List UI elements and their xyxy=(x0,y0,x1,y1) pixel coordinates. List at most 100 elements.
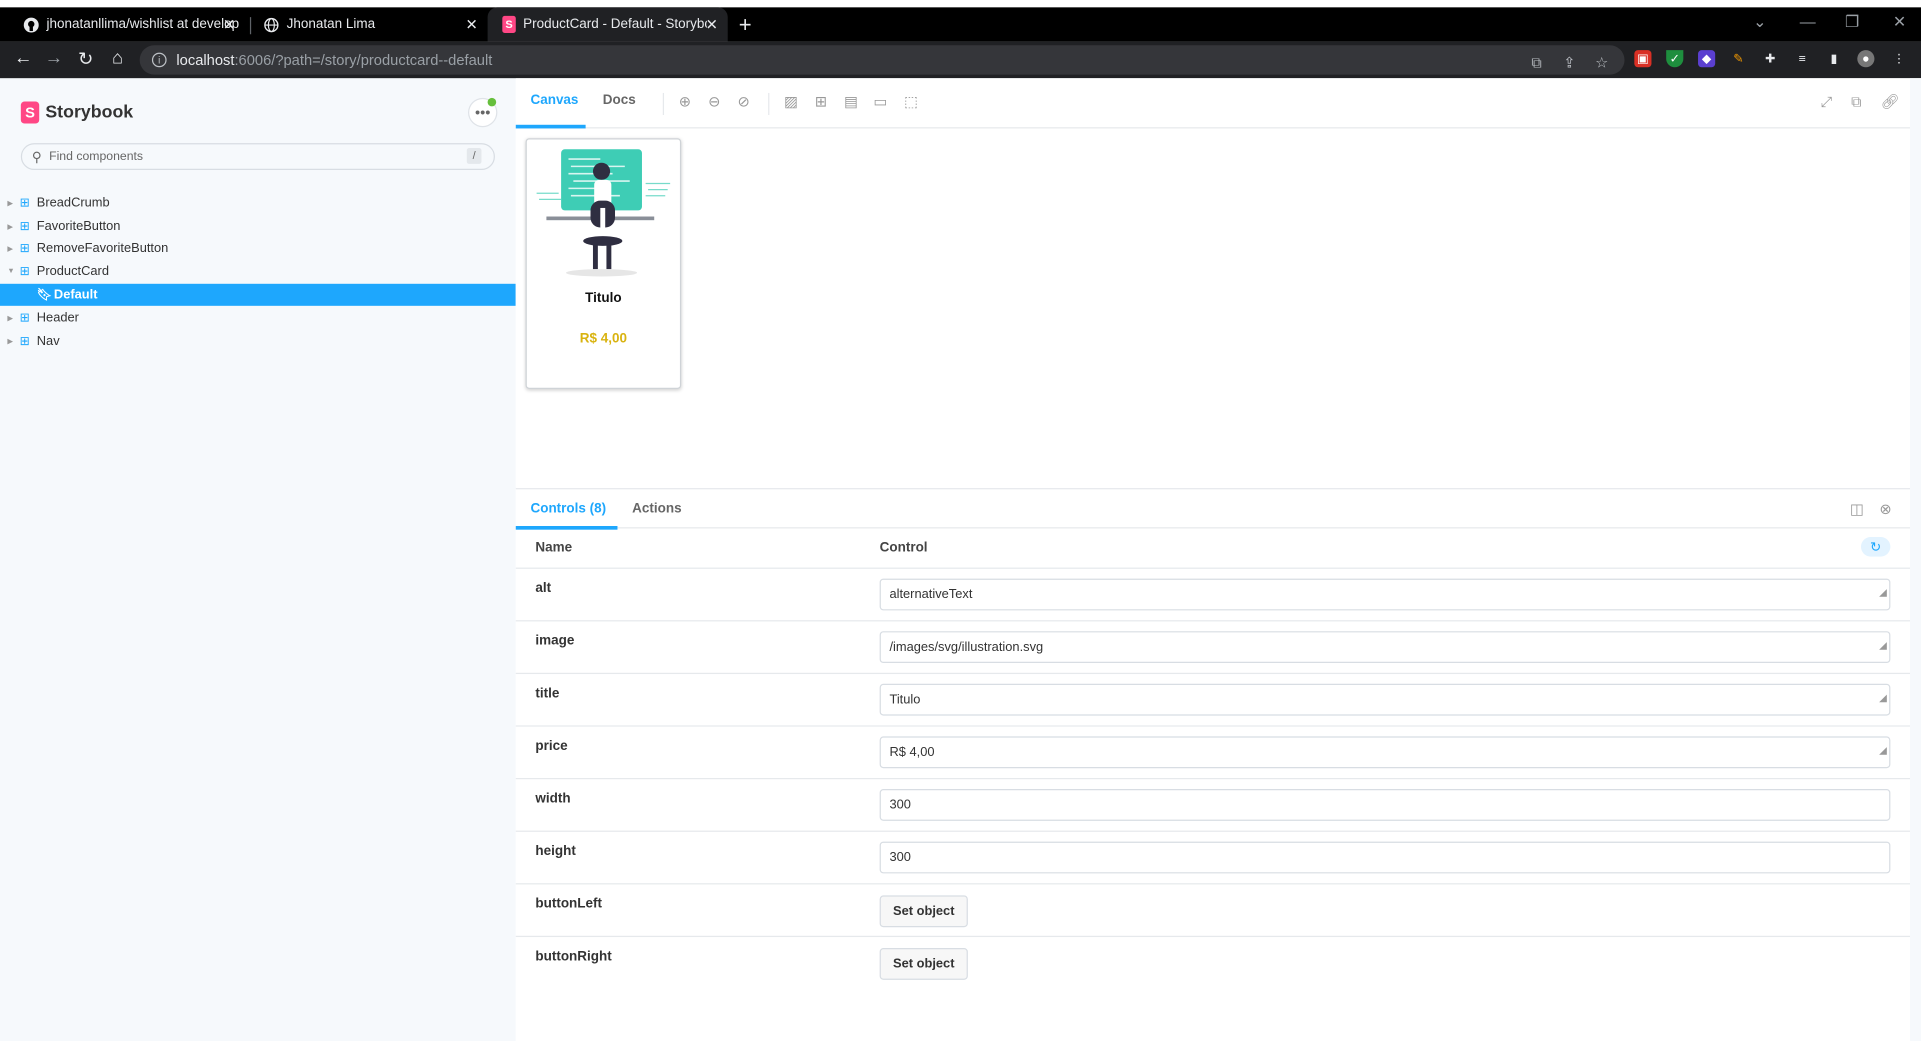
resize-handle-icon[interactable]: ◢ xyxy=(1879,631,1887,660)
sidebar-item-breadcrumb[interactable]: ▶ ⊞ BreadCrumb xyxy=(0,192,516,214)
caret-right-icon: ▶ xyxy=(7,314,14,323)
field-value: 300 xyxy=(889,797,911,813)
caret-right-icon: ▶ xyxy=(7,200,14,208)
reading-list-icon[interactable]: ≡ xyxy=(1794,50,1811,67)
tab-controls[interactable]: Controls (8) xyxy=(530,502,606,517)
browser-tab-strip: jhonatanllima/wishlist at develop ✕ Jhon… xyxy=(0,0,1921,42)
search-icon: ⚲ xyxy=(31,149,42,165)
forward-arrow-icon[interactable]: → xyxy=(42,48,67,69)
viewport-icon[interactable]: ▤ xyxy=(844,93,858,110)
prop-name: height xyxy=(535,844,576,859)
reload-icon[interactable]: ↻ xyxy=(74,48,99,70)
fullscreen-icon[interactable]: ⤢ xyxy=(1821,93,1833,111)
minimize-icon[interactable]: — xyxy=(1800,12,1816,30)
sidebar-item-productcard[interactable]: ▼ ⊞ ProductCard xyxy=(0,261,516,283)
restore-icon[interactable]: ❐ xyxy=(1845,12,1859,32)
share-icon[interactable]: ⇪ xyxy=(1563,54,1575,71)
title-field[interactable]: Titulo ◢ xyxy=(879,683,1891,716)
open-external-icon[interactable]: ⧉ xyxy=(1531,54,1542,72)
resize-handle-icon[interactable]: ◢ xyxy=(1879,684,1887,713)
sidebar-item-label: Default xyxy=(53,287,98,303)
close-icon[interactable]: ✕ xyxy=(223,16,235,33)
prop-name: buttonLeft xyxy=(535,896,602,912)
browser-tab-jhonatan[interactable]: Jhonatan Lima ✕ xyxy=(247,7,487,41)
tab-title: ProductCard - Default - Storybook xyxy=(523,17,707,32)
close-panel-icon[interactable]: ⊗ xyxy=(1879,500,1891,517)
control-row-buttonleft: buttonLeft Set object xyxy=(515,884,1921,938)
storybook-brand[interactable]: S Storybook xyxy=(20,101,134,124)
sidebar-item-header[interactable]: ▶ ⊞ Header xyxy=(0,307,516,329)
github-icon xyxy=(22,16,39,33)
browser-tab-storybook[interactable]: S ProductCard - Default - Storybook ✕ xyxy=(487,7,728,42)
height-field[interactable]: 300 xyxy=(879,841,1891,874)
tab-search-icon[interactable]: ⌄ xyxy=(1753,12,1766,32)
resize-handle-icon[interactable]: ◢ xyxy=(1879,579,1887,608)
url-path: :6006/?path=/story/productcard--default xyxy=(234,51,493,69)
close-icon[interactable]: ✕ xyxy=(706,16,718,33)
zoom-reset-icon[interactable]: ⊘ xyxy=(738,93,750,110)
pen-icon[interactable]: ✎ xyxy=(1730,50,1747,67)
tab-actions[interactable]: Actions xyxy=(632,502,681,517)
measure-icon[interactable]: ▭ xyxy=(874,93,888,110)
browser-address-bar: ← → ↻ ⌂ i localhost:6006/?path=/story/pr… xyxy=(0,41,1921,79)
brand-label: Storybook xyxy=(45,102,134,123)
field-value: 300 xyxy=(889,850,911,865)
addons-tabbar: Controls (8) Actions ◫ ⊗ xyxy=(515,488,1921,530)
kebab-menu-icon[interactable]: ⋮ xyxy=(1890,50,1907,67)
extension-icon[interactable]: ▣ xyxy=(1634,50,1652,68)
open-new-tab-icon[interactable]: ⧉ xyxy=(1851,93,1862,111)
component-icon: ⊞ xyxy=(19,311,30,325)
back-arrow-icon[interactable]: ← xyxy=(11,48,36,69)
close-window-icon[interactable]: ✕ xyxy=(1893,12,1906,32)
grid-icon[interactable]: ⊞ xyxy=(815,93,827,110)
side-panel-icon[interactable]: ▮ xyxy=(1825,50,1842,67)
width-field[interactable]: 300 xyxy=(879,789,1891,821)
price-field[interactable]: R$ 4,00 ◢ xyxy=(879,736,1891,769)
tab-canvas[interactable]: Canvas xyxy=(530,93,578,108)
caret-right-icon: ▶ xyxy=(7,223,14,231)
close-icon[interactable]: ✕ xyxy=(465,16,477,33)
bookmark-icon: 🔖︎ xyxy=(36,288,53,302)
sidebar-item-favoritebutton[interactable]: ▶ ⊞ FavoriteButton xyxy=(0,215,516,237)
tab-docs[interactable]: Docs xyxy=(603,93,636,108)
extension-icon[interactable]: ◆ xyxy=(1698,50,1716,68)
zoom-in-icon[interactable]: ⊕ xyxy=(679,93,691,110)
search-input[interactable]: ⚲ Find components / xyxy=(20,143,495,171)
image-field[interactable]: /images/svg/illustration.svg ◢ xyxy=(879,631,1891,664)
avatar[interactable]: ● xyxy=(1857,50,1875,68)
component-icon: ⊞ xyxy=(19,196,30,210)
panel-orientation-icon[interactable]: ◫ xyxy=(1850,500,1864,517)
field-value: /images/svg/illustration.svg xyxy=(889,639,1044,655)
set-object-button[interactable]: Set object xyxy=(879,895,968,928)
url-input[interactable]: i localhost:6006/?path=/story/productcar… xyxy=(139,45,1625,75)
alt-field[interactable]: alternativeText ◢ xyxy=(879,578,1891,611)
puzzle-icon[interactable]: ✚ xyxy=(1762,50,1779,67)
url-host: localhost xyxy=(176,51,235,69)
zoom-out-icon[interactable]: ⊖ xyxy=(708,93,720,110)
storybook-main: Canvas Docs ⊕ ⊖ ⊘ ▨ ⊞ ▤ ▭ ⬚ ⤢ ⧉ 🔗︎ Titul… xyxy=(515,78,1921,1041)
shield-icon[interactable]: ✓ xyxy=(1666,50,1684,68)
resize-handle-icon[interactable]: ◢ xyxy=(1879,736,1887,765)
component-icon: ⊞ xyxy=(19,334,30,349)
caret-right-icon: ▶ xyxy=(7,245,14,253)
component-icon: ⊞ xyxy=(19,264,30,279)
search-shortcut: / xyxy=(466,148,482,164)
toolbar-divider xyxy=(768,92,770,115)
browser-tab-github[interactable]: jhonatanllima/wishlist at develop ✕ xyxy=(7,7,245,41)
new-tab-icon[interactable]: + xyxy=(739,12,752,38)
home-icon[interactable]: ⌂ xyxy=(105,48,130,69)
reset-controls-icon[interactable]: ↻ xyxy=(1860,537,1891,557)
sidebar-item-default-story[interactable]: 🔖︎ Default xyxy=(0,283,516,306)
prop-name: buttonRight xyxy=(535,949,612,964)
outline-icon[interactable]: ⬚ xyxy=(904,93,918,110)
background-icon[interactable]: ▨ xyxy=(784,93,798,110)
copy-link-icon[interactable]: 🔗︎ xyxy=(1881,93,1900,110)
star-icon[interactable]: ☆ xyxy=(1595,54,1608,71)
sidebar-item-label: ProductCard xyxy=(36,264,109,279)
sidebar-item-removefavoritebutton[interactable]: ▶ ⊞ RemoveFavoriteButton xyxy=(0,237,516,259)
set-object-button[interactable]: Set object xyxy=(879,948,968,980)
info-icon[interactable]: i xyxy=(151,52,167,68)
sidebar-item-nav[interactable]: ▶ ⊞ Nav xyxy=(0,330,516,352)
product-card[interactable]: Titulo R$ 4,00 xyxy=(525,138,682,389)
caret-right-icon: ▶ xyxy=(7,338,14,346)
